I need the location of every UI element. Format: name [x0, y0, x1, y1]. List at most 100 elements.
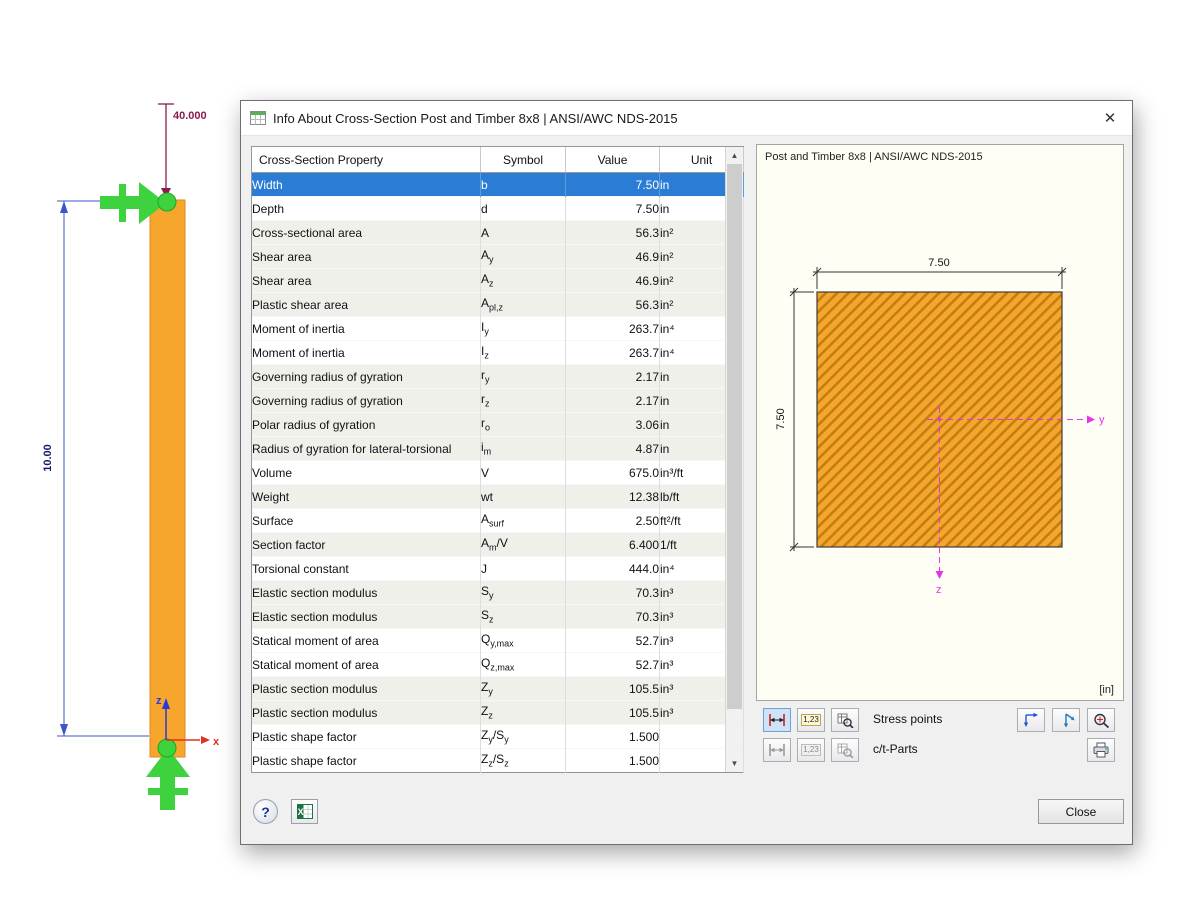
table-cell: 4.87 [566, 437, 660, 461]
table-cell: Elastic section modulus [252, 581, 481, 605]
table-cell: Iz [481, 341, 566, 365]
table-row[interactable]: Cross-sectional areaA56.3in² [252, 221, 744, 245]
close-button[interactable]: Close [1038, 799, 1124, 824]
help-icon: ? [261, 804, 270, 820]
sp-details-button[interactable] [831, 708, 859, 732]
table-cell: 52.7 [566, 653, 660, 677]
axes-xz-button[interactable] [1017, 708, 1045, 732]
column-header: Value [566, 147, 660, 173]
table-cell: Shear area [252, 245, 481, 269]
table-row[interactable]: Radius of gyration for lateral-torsional… [252, 437, 744, 461]
table-cell: A [481, 221, 566, 245]
table-cell: Plastic section modulus [252, 677, 481, 701]
column-member [150, 200, 185, 757]
width-dimension-label: 7.50 [928, 257, 949, 269]
table-row[interactable]: Statical moment of areaQz,max52.7in³ [252, 653, 744, 677]
table-row[interactable]: Statical moment of areaQy,max52.7in³ [252, 629, 744, 653]
ct-values-button[interactable]: 1,23 [797, 738, 825, 762]
table-cell: 6.400 [566, 533, 660, 557]
stress-points-label: Stress points [873, 712, 942, 726]
ct-parts-label: c/t-Parts [873, 742, 918, 756]
table-cell: d [481, 197, 566, 221]
table-row[interactable]: Depthd7.50in [252, 197, 744, 221]
table-cell: 1.500 [566, 725, 660, 749]
table-cell: Zy/Sy [481, 725, 566, 749]
close-icon[interactable]: ✕ [1088, 101, 1132, 134]
table-cell: 56.3 [566, 293, 660, 317]
table-cell: Cross-sectional area [252, 221, 481, 245]
table-row[interactable]: Shear areaAy46.9in² [252, 245, 744, 269]
table-row[interactable]: Plastic shape factorZz/Sz1.500 [252, 749, 744, 773]
ct-dimensions-button[interactable] [763, 738, 791, 762]
axes-xz-icon [1022, 712, 1040, 728]
cross-section-table: Cross-Section PropertySymbolValueUnit Wi… [251, 146, 744, 773]
table-row[interactable]: VolumeV675.0in³/ft [252, 461, 744, 485]
table-row[interactable]: Torsional constantJ444.0in⁴ [252, 557, 744, 581]
table-cell: Iy [481, 317, 566, 341]
table-row[interactable]: Polar radius of gyrationro3.06in [252, 413, 744, 437]
table-row[interactable]: Plastic section modulusZz105.5in³ [252, 701, 744, 725]
table-cell: Width [252, 173, 481, 197]
table-row[interactable]: Elastic section modulusSz70.3in³ [252, 605, 744, 629]
table-row[interactable]: Moment of inertiaIy263.7in⁴ [252, 317, 744, 341]
table-cell: 675.0 [566, 461, 660, 485]
table-row[interactable]: Moment of inertiaIz263.7in⁴ [252, 341, 744, 365]
table-cell: 52.7 [566, 629, 660, 653]
ct-details-button[interactable] [831, 738, 859, 762]
table-cell: Qy,max [481, 629, 566, 653]
scroll-thumb[interactable] [727, 164, 742, 709]
scroll-down-icon: ▼ [731, 759, 739, 768]
table-row[interactable]: Governing radius of gyrationry2.17in [252, 365, 744, 389]
table-cell: 70.3 [566, 581, 660, 605]
table-row[interactable]: Section factorAm/V6.4001/ft [252, 533, 744, 557]
table-row[interactable]: Weightwt12.38lb/ft [252, 485, 744, 509]
table-cell: Section factor [252, 533, 481, 557]
sp-values-button[interactable]: 1,23 [797, 708, 825, 732]
export-excel-button[interactable]: X [291, 799, 318, 824]
table-scrollbar[interactable]: ▲ ▼ [725, 147, 743, 772]
table-cell: Az [481, 269, 566, 293]
table-cell: Torsional constant [252, 557, 481, 581]
table-cell: Zy [481, 677, 566, 701]
table-row[interactable]: Governing radius of gyrationrz2.17in [252, 389, 744, 413]
table-cell: Governing radius of gyration [252, 365, 481, 389]
table-cell: 263.7 [566, 341, 660, 365]
section-preview-panel: Post and Timber 8x8 | ANSI/AWC NDS-2015 … [756, 144, 1124, 701]
print-button[interactable] [1087, 738, 1115, 762]
load-dimension-label: 40.000 [173, 110, 207, 122]
table-cell: ry [481, 365, 566, 389]
load-dimension [158, 104, 174, 190]
table-row[interactable]: Elastic section modulusSy70.3in³ [252, 581, 744, 605]
table-body: Widthb7.50inDepthd7.50inCross-sectional … [252, 173, 744, 773]
table-row[interactable]: Widthb7.50in [252, 173, 744, 197]
table-row[interactable]: SurfaceAsurf2.50ft²/ft [252, 509, 744, 533]
table-cell: 1.500 [566, 749, 660, 773]
table-cell: Asurf [481, 509, 566, 533]
axes-yz-icon [1057, 712, 1075, 728]
values-gray-icon: 1,23 [801, 744, 821, 756]
dialog-titlebar: Info About Cross-Section Post and Timber… [241, 101, 1132, 136]
dimension-icon [768, 713, 786, 727]
height-dimension [57, 201, 149, 736]
scroll-up-button[interactable]: ▲ [726, 147, 743, 164]
table-cell: rz [481, 389, 566, 413]
table-cell: 263.7 [566, 317, 660, 341]
help-button[interactable]: ? [253, 799, 278, 824]
table-cell: Apl,z [481, 293, 566, 317]
section-zoom-button[interactable] [1087, 708, 1115, 732]
table-cell: 2.17 [566, 365, 660, 389]
table-row[interactable]: Plastic shear areaApl,z56.3in² [252, 293, 744, 317]
values-icon: 1,23 [801, 714, 821, 726]
printer-icon [1092, 742, 1110, 758]
scroll-up-icon: ▲ [731, 151, 739, 160]
axes-yz-button[interactable] [1052, 708, 1080, 732]
scroll-down-button[interactable]: ▼ [726, 755, 743, 772]
table-cell: im [481, 437, 566, 461]
sp-dimensions-button[interactable] [763, 708, 791, 732]
table-row[interactable]: Plastic section modulusZy105.5in³ [252, 677, 744, 701]
table-row[interactable]: Shear areaAz46.9in² [252, 269, 744, 293]
axis-z-label: z [156, 695, 162, 707]
table-cell: Zz [481, 701, 566, 725]
table-row[interactable]: Plastic shape factorZy/Sy1.500 [252, 725, 744, 749]
table-cell: Sy [481, 581, 566, 605]
